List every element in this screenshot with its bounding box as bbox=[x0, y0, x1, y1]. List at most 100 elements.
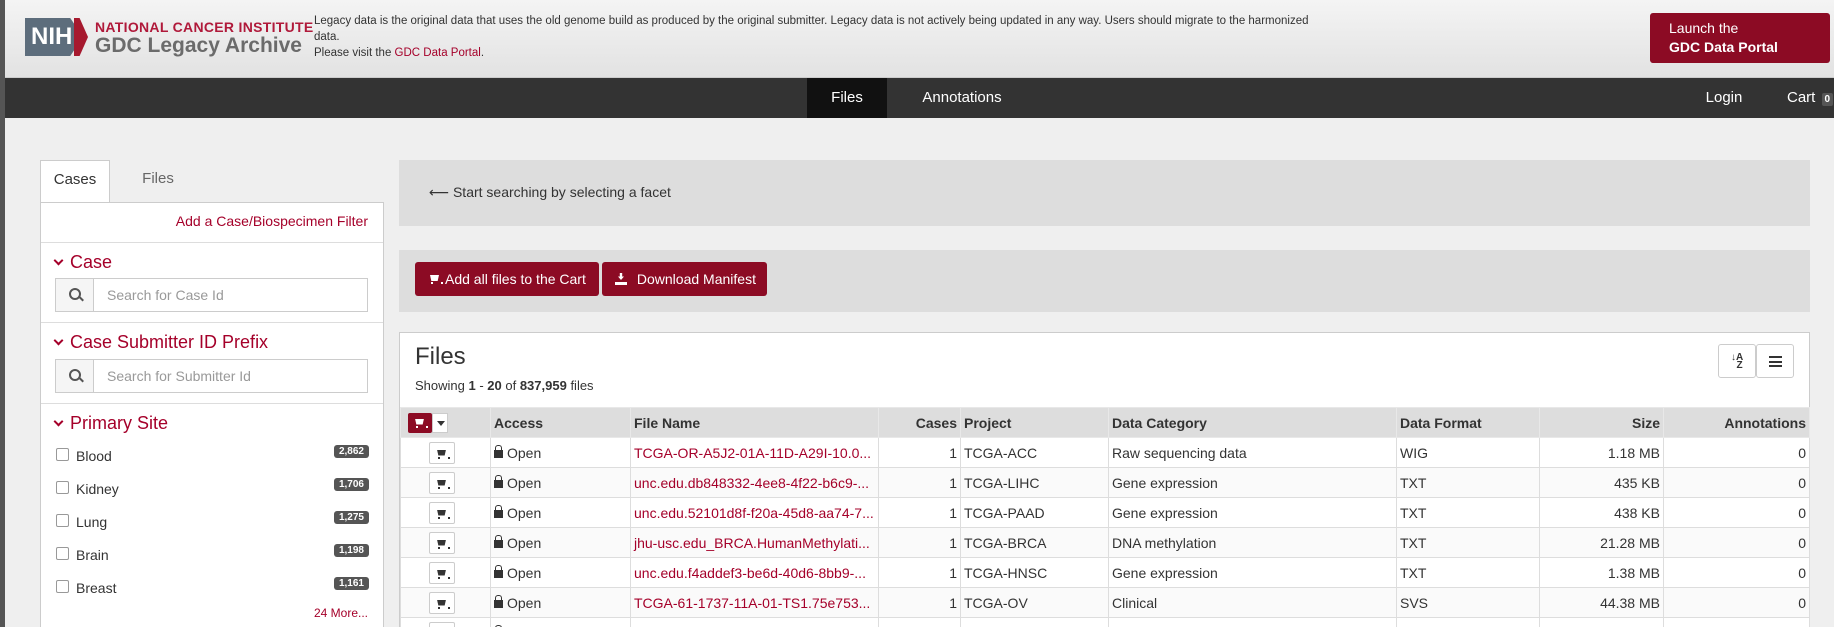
cart-icon bbox=[436, 570, 450, 579]
add-to-cart-button[interactable] bbox=[429, 621, 455, 627]
cases-cell[interactable]: 1 bbox=[878, 497, 961, 528]
cart-icon[interactable] bbox=[408, 412, 432, 433]
size-cell: 438 KB bbox=[1539, 497, 1664, 528]
arrow-left-icon: ⟵ bbox=[429, 184, 450, 200]
showing-from: 1 bbox=[468, 378, 476, 393]
file-name-link[interactable]: TCGA-OR-A5J2-01A-11D-A29I-10.0... bbox=[630, 437, 879, 468]
size-cell: 208.85 MB bbox=[1539, 617, 1664, 627]
divider bbox=[41, 322, 383, 323]
data-format-cell: TXT bbox=[1396, 497, 1540, 528]
facet-tab-files[interactable]: Files bbox=[128, 160, 188, 202]
table-row: Open TCGA-OR-A5J2-01A-11D-A29I-10.0... 1 TC… bbox=[400, 437, 1810, 468]
facet-tabs: Cases Files bbox=[40, 160, 384, 203]
checkbox[interactable] bbox=[56, 448, 69, 461]
checkbox[interactable] bbox=[56, 547, 69, 560]
nav-tab-files[interactable]: Files bbox=[807, 78, 887, 118]
file-name-link[interactable]: unc.edu.db848332-4ee8-4f22-b6c9-... bbox=[630, 467, 879, 498]
site-option-lung[interactable]: Lung 1,275 bbox=[56, 511, 369, 535]
nav-login[interactable]: Login bbox=[1699, 78, 1749, 118]
facet-primary-site-title[interactable]: Primary Site bbox=[53, 413, 168, 434]
cases-cell[interactable]: 1 bbox=[878, 587, 961, 618]
add-case-filter-link[interactable]: Add a Case/Biospecimen Filter bbox=[176, 213, 368, 229]
file-name-link[interactable]: jhu-usc.edu_BRCA.HumanMethylati... bbox=[630, 527, 879, 558]
download-manifest-button[interactable]: Download Manifest bbox=[602, 262, 767, 296]
nav-tab-annotations[interactable]: Annotations bbox=[907, 78, 1017, 118]
checkbox[interactable] bbox=[56, 481, 69, 494]
column-header-cases[interactable]: Cases bbox=[878, 407, 961, 438]
site-label: Brain bbox=[76, 547, 109, 563]
cart-icon bbox=[436, 480, 450, 489]
more-sites-link[interactable]: 24 More... bbox=[314, 606, 368, 620]
site-option-brain[interactable]: Brain 1,198 bbox=[56, 544, 369, 568]
cases-cell[interactable]: 1 bbox=[878, 617, 961, 627]
add-all-to-cart-button[interactable]: Add all files to the Cart bbox=[415, 262, 599, 296]
access-value: Open bbox=[507, 474, 542, 491]
submitter-search-input[interactable] bbox=[95, 360, 367, 392]
facet-submitter-title[interactable]: Case Submitter ID Prefix bbox=[53, 332, 269, 353]
project-cell[interactable]: TCGA-HNSC bbox=[960, 557, 1109, 588]
facet-hint: ⟵ Start searching by selecting a facet bbox=[429, 184, 671, 201]
column-header-annotations[interactable]: Annotations bbox=[1663, 407, 1810, 438]
count-badge: 2,862 bbox=[333, 445, 369, 458]
project-cell[interactable]: TCGA-LIHC bbox=[960, 467, 1109, 498]
row-cart-cell bbox=[400, 587, 491, 618]
project-cell[interactable]: TCGA-PAAD bbox=[960, 497, 1109, 528]
site-label: Kidney bbox=[76, 481, 119, 497]
nav-cart[interactable]: Cart 0 bbox=[1787, 78, 1834, 118]
data-format-cell: WIG bbox=[1396, 437, 1540, 468]
site-option-blood[interactable]: Blood 2,862 bbox=[56, 445, 369, 469]
column-header-data-format[interactable]: Data Format bbox=[1396, 407, 1540, 438]
file-name-link[interactable]: TCGA-61-1737-11A-01-TS1.75e753... bbox=[630, 587, 879, 618]
chevron-down-icon[interactable] bbox=[432, 412, 448, 433]
checkbox[interactable] bbox=[56, 514, 69, 527]
case-search-input[interactable] bbox=[95, 279, 367, 311]
access-cell: Open bbox=[490, 587, 631, 618]
file-name-link[interactable]: unc.edu.f4addef3-be6d-40d6-8bb9-... bbox=[630, 557, 879, 588]
add-to-cart-button[interactable] bbox=[429, 591, 455, 614]
page: NIH NATIONAL CANCER INSTITUTE GDC Legacy… bbox=[0, 0, 1834, 627]
institute-name[interactable]: NATIONAL CANCER INSTITUTE bbox=[95, 19, 314, 35]
add-to-cart-button[interactable] bbox=[429, 501, 455, 524]
file-name-link[interactable]: unc.edu.52101d8f-f20a-45d8-aa74-7... bbox=[630, 497, 879, 528]
cart-label: Cart bbox=[1787, 89, 1816, 106]
launch-portal-button[interactable]: Launch the GDC Data Portal bbox=[1650, 13, 1830, 63]
project-cell[interactable]: TCGA-LUAD bbox=[960, 617, 1109, 627]
divider bbox=[41, 403, 383, 404]
size-cell: 435 KB bbox=[1539, 467, 1664, 498]
sort-button[interactable]: ↓A Z bbox=[1718, 344, 1756, 378]
cases-cell[interactable]: 1 bbox=[878, 437, 961, 468]
column-header-size[interactable]: Size bbox=[1539, 407, 1664, 438]
add-to-cart-button[interactable] bbox=[429, 471, 455, 494]
facet-submitter-label: Case Submitter ID Prefix bbox=[70, 332, 269, 352]
cart-count-badge: 0 bbox=[1821, 93, 1834, 106]
project-cell[interactable]: TCGA-OV bbox=[960, 587, 1109, 618]
cases-cell[interactable]: 1 bbox=[878, 527, 961, 558]
site-option-kidney[interactable]: Kidney 1,706 bbox=[56, 478, 369, 502]
add-to-cart-button[interactable] bbox=[429, 561, 455, 584]
column-header-access[interactable]: Access bbox=[490, 407, 631, 438]
add-to-cart-button[interactable] bbox=[429, 531, 455, 554]
cases-cell[interactable]: 1 bbox=[878, 467, 961, 498]
columns-button[interactable] bbox=[1756, 344, 1794, 378]
count-badge: 1,161 bbox=[333, 577, 369, 590]
column-header-project[interactable]: Project bbox=[960, 407, 1109, 438]
unlock-icon bbox=[494, 594, 503, 608]
project-cell[interactable]: TCGA-BRCA bbox=[960, 527, 1109, 558]
gdc-portal-link[interactable]: GDC Data Portal bbox=[395, 47, 481, 59]
legacy-notice: Legacy data is the original data that us… bbox=[314, 13, 1314, 61]
table-row: Open unc.edu.db848332-4ee8-4f22-b6c9-... 1… bbox=[400, 467, 1810, 498]
count-badge: 1,198 bbox=[333, 544, 369, 557]
checkbox[interactable] bbox=[56, 580, 69, 593]
facet-tab-cases[interactable]: Cases bbox=[40, 160, 110, 203]
archive-title[interactable]: GDC Legacy Archive bbox=[95, 34, 302, 58]
column-header-data-category[interactable]: Data Category bbox=[1108, 407, 1397, 438]
file-name-link[interactable]: TCGA-MP-A4T6-01A-02-TSC.D922... bbox=[630, 617, 879, 627]
column-header-file-name[interactable]: File Name bbox=[630, 407, 879, 438]
site-option-breast[interactable]: Breast 1,161 bbox=[56, 577, 369, 601]
project-cell[interactable]: TCGA-ACC bbox=[960, 437, 1109, 468]
cases-cell[interactable]: 1 bbox=[878, 557, 961, 588]
add-to-cart-button[interactable] bbox=[429, 441, 455, 464]
facet-case-title[interactable]: Case bbox=[53, 252, 112, 273]
data-format-cell: TXT bbox=[1396, 557, 1540, 588]
divider bbox=[41, 242, 383, 243]
